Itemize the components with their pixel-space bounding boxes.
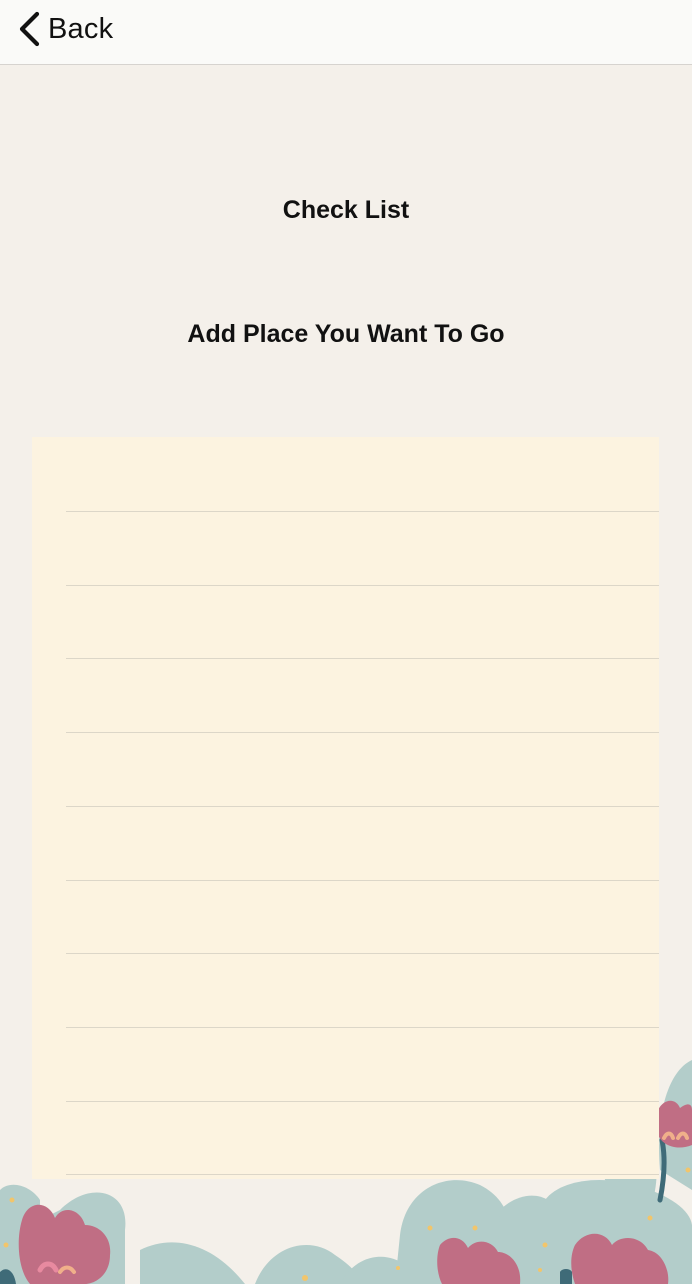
checklist-row[interactable]	[66, 1102, 659, 1175]
page-subtitle: Add Place You Want To Go	[187, 320, 505, 348]
navigation-bar: Back	[0, 0, 692, 65]
back-button[interactable]: Back	[16, 8, 113, 50]
checklist-row[interactable]	[66, 807, 659, 880]
checklist-row[interactable]	[66, 954, 659, 1027]
checklist-rule-line	[66, 1174, 659, 1176]
checklist-row[interactable]	[66, 512, 659, 585]
page-title: Check List	[282, 196, 410, 224]
checklist-row[interactable]	[66, 659, 659, 732]
checklist-row[interactable]	[66, 1028, 659, 1101]
checklist-row[interactable]	[66, 881, 659, 954]
checklist-row[interactable]	[66, 586, 659, 659]
checklist-paper	[32, 437, 659, 1179]
chevron-left-icon	[19, 11, 40, 47]
back-label: Back	[48, 12, 114, 45]
checklist-row[interactable]	[66, 438, 659, 511]
checklist-row[interactable]	[66, 733, 659, 806]
